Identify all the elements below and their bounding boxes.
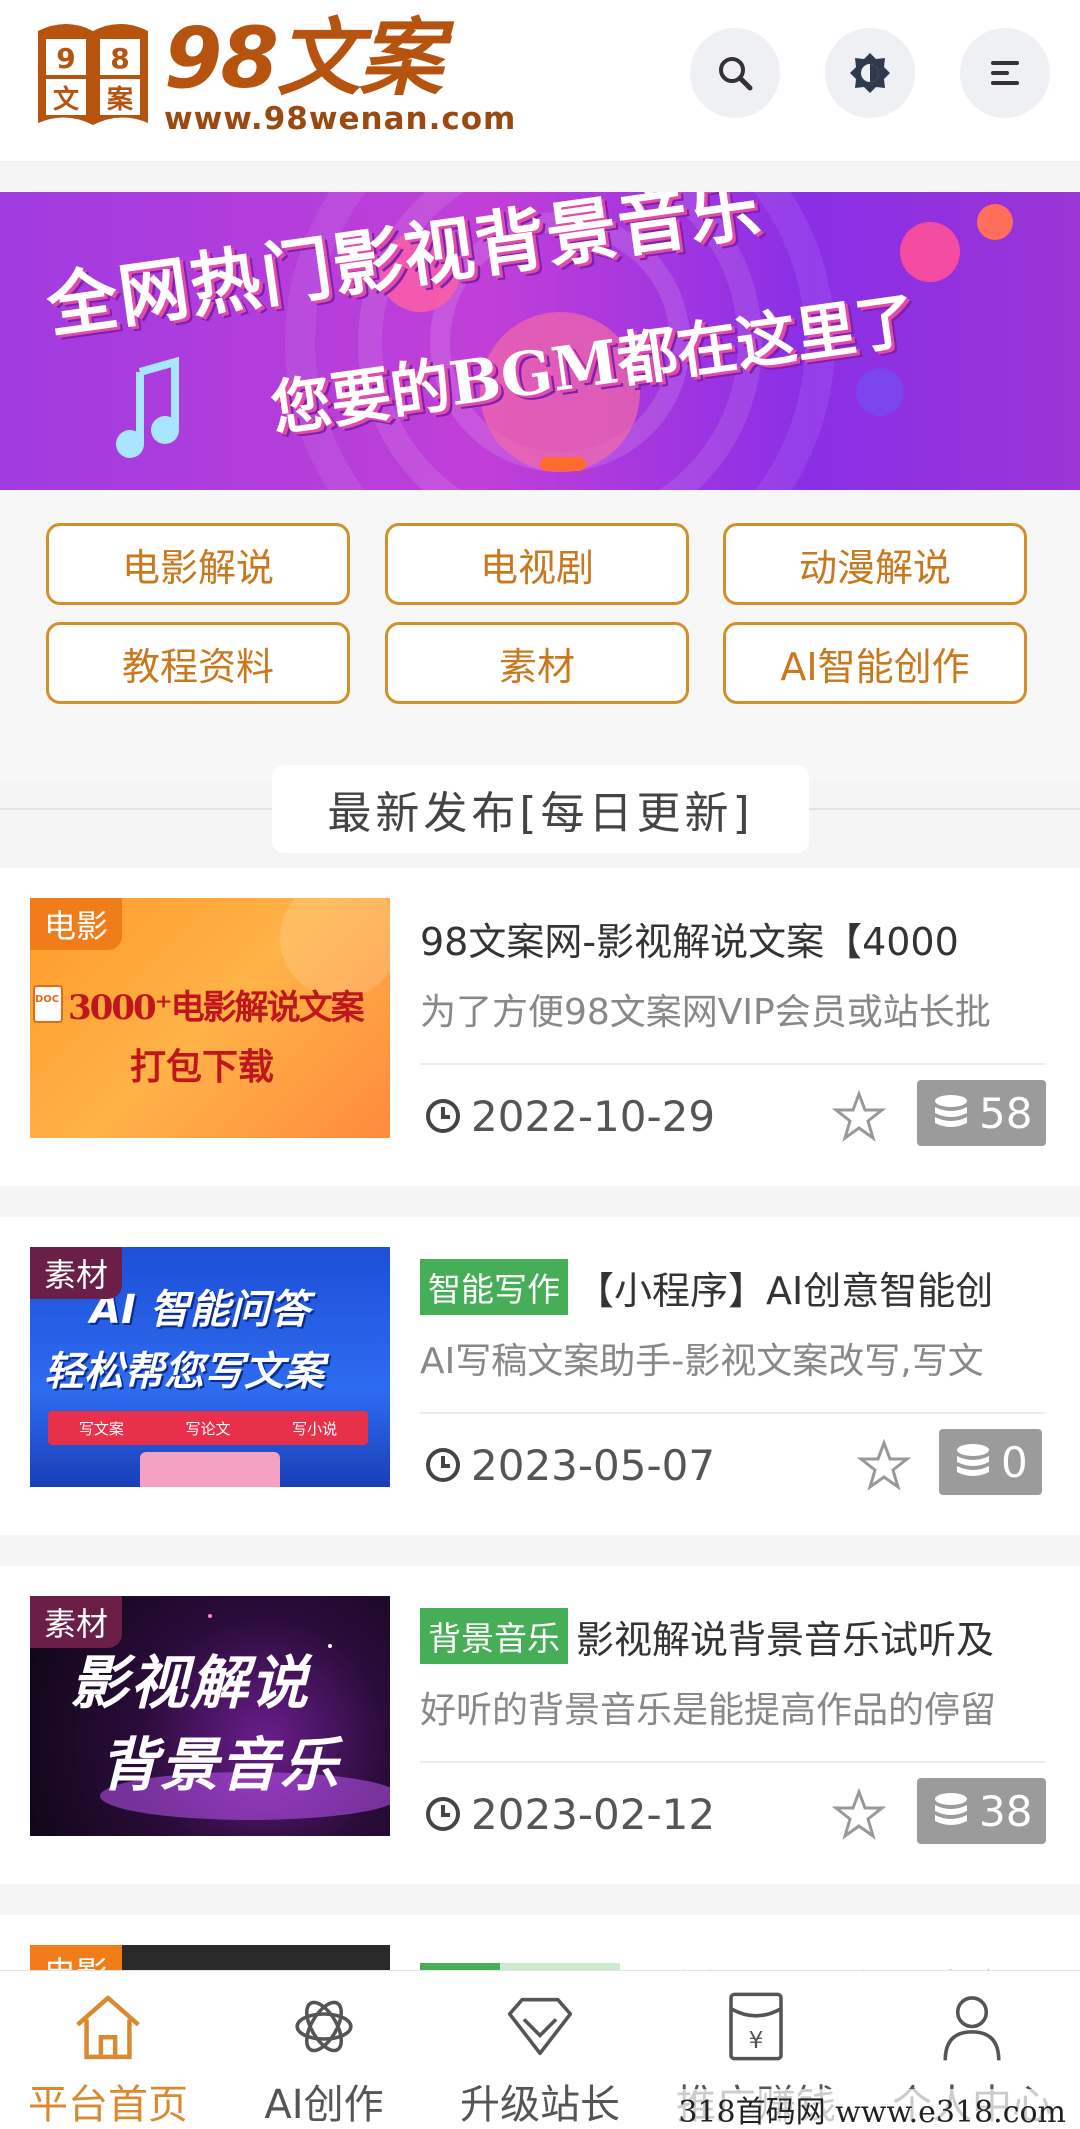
svg-text:案: 案	[106, 84, 134, 115]
post-date: 2023-02-12	[425, 1784, 715, 1844]
post-card[interactable]: DOC 3000⁺电影解说文案 打包下载 电影 98文案网-影视解说文案【400…	[0, 868, 1080, 1186]
post-title[interactable]: 背景音乐 影视解说背景音乐试听及	[420, 1606, 1060, 1666]
post-card[interactable]: 影视解说 背景音乐 素材 背景音乐 影视解说背景音乐试听及 好听的背景音乐是能提…	[0, 1566, 1080, 1884]
card-divider	[420, 1412, 1045, 1414]
nav-item-upgrade[interactable]: 升级站长	[432, 1971, 648, 2129]
nav-label: AI创作	[264, 2082, 384, 2128]
post-card[interactable]: AI 智能问答 轻松帮您写文案 写文案 写论文 写小说 素材 智能写作 【小程序…	[0, 1217, 1080, 1535]
category-tv-series[interactable]: 电视剧	[385, 523, 689, 605]
site-header: 9 8 文 案 98文案 www.98wenan.com	[0, 0, 1080, 162]
user-icon	[943, 1996, 1001, 2061]
favorite-star-icon[interactable]	[832, 1090, 886, 1144]
thumbnail-headline: AI 智能问答	[90, 1287, 310, 1333]
download-count-badge: 0	[939, 1429, 1042, 1495]
page: { "header": { "logo_title": "98文案", "log…	[0, 0, 1080, 2129]
post-date: 2022-10-29	[425, 1086, 715, 1146]
category-movie-commentary[interactable]: 电影解说	[46, 523, 350, 605]
logo-url: www.98wenan.com	[164, 101, 517, 137]
theme-toggle-icon	[850, 53, 890, 93]
category-grid: 电影解说 电视剧 动漫解说 教程资料 素材 AI智能创作	[0, 490, 1080, 780]
banner-pagination-dot[interactable]	[540, 457, 586, 471]
logo-book-icon: 9 8 文 案	[32, 17, 154, 133]
category-tutorials[interactable]: 教程资料	[46, 622, 350, 704]
yuan-envelope-icon: ¥	[729, 1992, 783, 2061]
download-count: 38	[979, 1786, 1033, 1836]
thumbnail-headline: 3000⁺电影解说文案	[68, 988, 365, 1028]
nav-label: 平台首页	[28, 2082, 188, 2128]
card-divider	[420, 1063, 1045, 1065]
thumbnail-doc-label: DOC	[35, 994, 60, 1005]
clock-icon	[426, 1448, 460, 1482]
post-thumbnail[interactable]: DOC 3000⁺电影解说文案 打包下载 电影	[30, 898, 390, 1138]
download-count-badge: 58	[917, 1080, 1047, 1146]
post-label-badge[interactable]: 智能写作	[420, 1259, 568, 1315]
promo-banner[interactable]: 全网热门影视背景音乐 您要的BGM都在这里了	[0, 192, 1080, 490]
search-icon	[719, 57, 753, 91]
category-anime-commentary[interactable]: 动漫解说	[723, 523, 1027, 605]
post-thumbnail[interactable]: AI 智能问答 轻松帮您写文案 写文案 写论文 写小说 素材	[30, 1247, 390, 1487]
post-thumbnail[interactable]: 影视解说 背景音乐 素材	[30, 1596, 390, 1836]
thumbnail-subline: 背景音乐	[100, 1731, 341, 1799]
svg-text:¥: ¥	[749, 2027, 764, 2054]
favorite-star-icon[interactable]	[857, 1439, 911, 1493]
nav-label: 升级站长	[460, 2082, 620, 2128]
svg-text:9: 9	[56, 42, 75, 75]
post-excerpt: 为了方便98文案网VIP会员或站长批	[420, 992, 991, 1033]
download-count: 0	[1001, 1437, 1028, 1487]
ribbon-item: 写小说	[292, 1419, 338, 1438]
post-excerpt: 好听的背景音乐是能提高作品的停留	[420, 1690, 997, 1731]
section-title: 最新发布[每日更新]	[272, 765, 809, 853]
category-materials[interactable]: 素材	[385, 622, 689, 704]
post-excerpt: AI写稿文案助手-影视文案改写,写文	[420, 1341, 984, 1382]
post-title-text: 影视解说背景音乐试听及	[576, 1617, 995, 1662]
ribbon-item: 写论文	[185, 1419, 231, 1438]
theme-toggle-button[interactable]	[825, 28, 915, 118]
bottom-navigation: 平台首页 AI创作 升级站长 ¥ 推广赚钱 个人中心	[0, 1970, 1080, 2129]
clock-icon	[426, 1099, 460, 1133]
svg-text:文: 文	[53, 84, 80, 115]
nav-item-ai-creation[interactable]: AI创作	[216, 1971, 432, 2129]
watermark: 318首码网 www.e318.com	[672, 2089, 1072, 2129]
coins-icon	[935, 1095, 967, 1127]
post-title-text: 【小程序】AI创意智能创	[576, 1268, 994, 1313]
menu-button[interactable]	[960, 28, 1050, 118]
clock-icon	[426, 1797, 460, 1831]
post-date-text: 2022-10-29	[471, 1091, 716, 1141]
site-logo[interactable]: 9 8 文 案 9 8文案 www.98wenan.com	[32, 14, 516, 136]
category-ai-creation[interactable]: AI智能创作	[723, 622, 1027, 704]
ribbon-item: 写文案	[78, 1419, 124, 1438]
favorite-star-icon[interactable]	[832, 1788, 886, 1842]
coins-icon	[935, 1793, 967, 1825]
post-date-text: 2023-02-12	[471, 1789, 716, 1839]
post-category-tag[interactable]: 素材	[30, 1596, 123, 1648]
thumbnail-subline: 轻松帮您写文案	[44, 1349, 324, 1395]
post-label-badge[interactable]: 背景音乐	[420, 1608, 568, 1664]
menu-icon	[991, 61, 1019, 85]
svg-text:8: 8	[110, 42, 129, 75]
post-title[interactable]: 98文案网-影视解说文案【4000	[420, 908, 1060, 968]
search-button[interactable]	[690, 28, 780, 118]
post-category-tag[interactable]: 电影	[30, 898, 123, 950]
thumbnail-subline: 打包下载	[130, 1046, 275, 1088]
card-divider	[420, 1761, 1045, 1763]
post-date-text: 2023-05-07	[471, 1440, 716, 1490]
thumbnail-ribbon: 写文案 写论文 写小说	[48, 1411, 368, 1445]
download-count-badge: 38	[917, 1778, 1047, 1844]
coins-icon	[957, 1444, 989, 1476]
post-title-text: 98文案网-影视解说文案【4000	[420, 919, 959, 964]
post-date: 2023-05-07	[425, 1435, 715, 1495]
download-count: 58	[979, 1088, 1033, 1138]
post-title[interactable]: 智能写作 【小程序】AI创意智能创	[420, 1257, 1060, 1317]
diamond-icon	[507, 1997, 573, 2056]
thumbnail-device	[140, 1452, 280, 1487]
nav-item-home[interactable]: 平台首页	[0, 1971, 216, 2129]
home-icon	[76, 1995, 140, 2060]
logo-title: 98文案	[164, 9, 443, 107]
thumbnail-headline: 影视解说	[70, 1649, 311, 1717]
post-category-tag[interactable]: 素材	[30, 1247, 123, 1299]
ai-knot-icon	[295, 2000, 353, 2053]
